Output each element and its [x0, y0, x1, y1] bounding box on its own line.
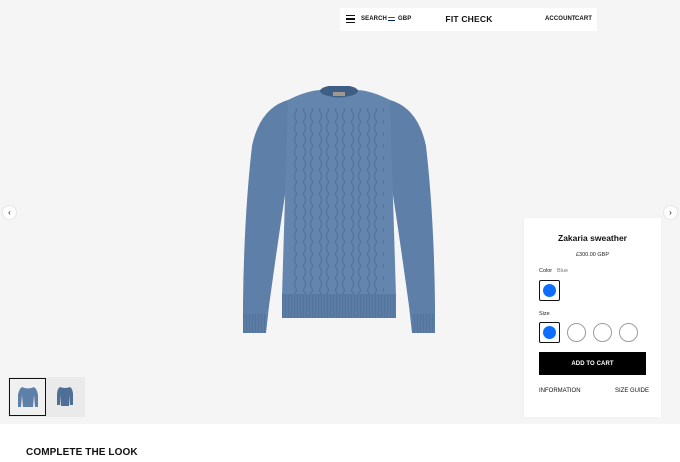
- product-image: [243, 86, 435, 333]
- color-dot: [543, 284, 556, 297]
- currency-selector[interactable]: GBP: [398, 16, 411, 22]
- size-dot: [543, 326, 556, 339]
- color-value: Blue: [557, 268, 569, 274]
- thumbnail-sweater-image: [17, 387, 38, 407]
- brand-logo[interactable]: FIT CHECK: [440, 14, 498, 24]
- complete-the-look-heading: COMPLETE THE LOOK: [26, 447, 138, 458]
- add-to-cart-button[interactable]: ADD TO CART: [539, 352, 646, 375]
- chevron-right-icon: ›: [669, 208, 672, 217]
- color-label: Color: [539, 268, 553, 274]
- product-title: Zakaria sweather: [558, 233, 627, 243]
- thumbnail-2[interactable]: [46, 377, 84, 417]
- information-link[interactable]: INFORMATION: [539, 388, 581, 394]
- next-image-button[interactable]: ›: [663, 205, 678, 220]
- chevron-left-icon: ‹: [8, 208, 11, 217]
- top-navigation: SEARCH GBP FIT CHECK ACCOUNT CART: [340, 8, 597, 31]
- size-label: Size: [539, 311, 550, 317]
- thumbnail-strip: [8, 377, 85, 417]
- color-swatch-blue[interactable]: [539, 280, 560, 301]
- search-link[interactable]: SEARCH: [361, 16, 387, 22]
- thumbnail-sweater-back-image: [57, 387, 73, 406]
- product-price: £300.00 GBP: [575, 252, 610, 258]
- uk-flag-icon: [388, 16, 395, 22]
- product-panel: Zakaria sweather £300.00 GBP Color Blue …: [524, 218, 661, 417]
- size-option-2[interactable]: [567, 323, 586, 342]
- thumbnail-1[interactable]: [9, 378, 46, 416]
- size-option-1[interactable]: [539, 322, 560, 343]
- previous-image-button[interactable]: ‹: [2, 205, 17, 220]
- size-guide-link[interactable]: SIZE GUIDE: [615, 388, 649, 394]
- size-option-4[interactable]: [619, 323, 638, 342]
- hamburger-menu-icon[interactable]: [346, 15, 355, 23]
- account-link[interactable]: ACCOUNT: [545, 16, 576, 22]
- size-option-3[interactable]: [593, 323, 612, 342]
- cart-link[interactable]: CART: [575, 16, 592, 22]
